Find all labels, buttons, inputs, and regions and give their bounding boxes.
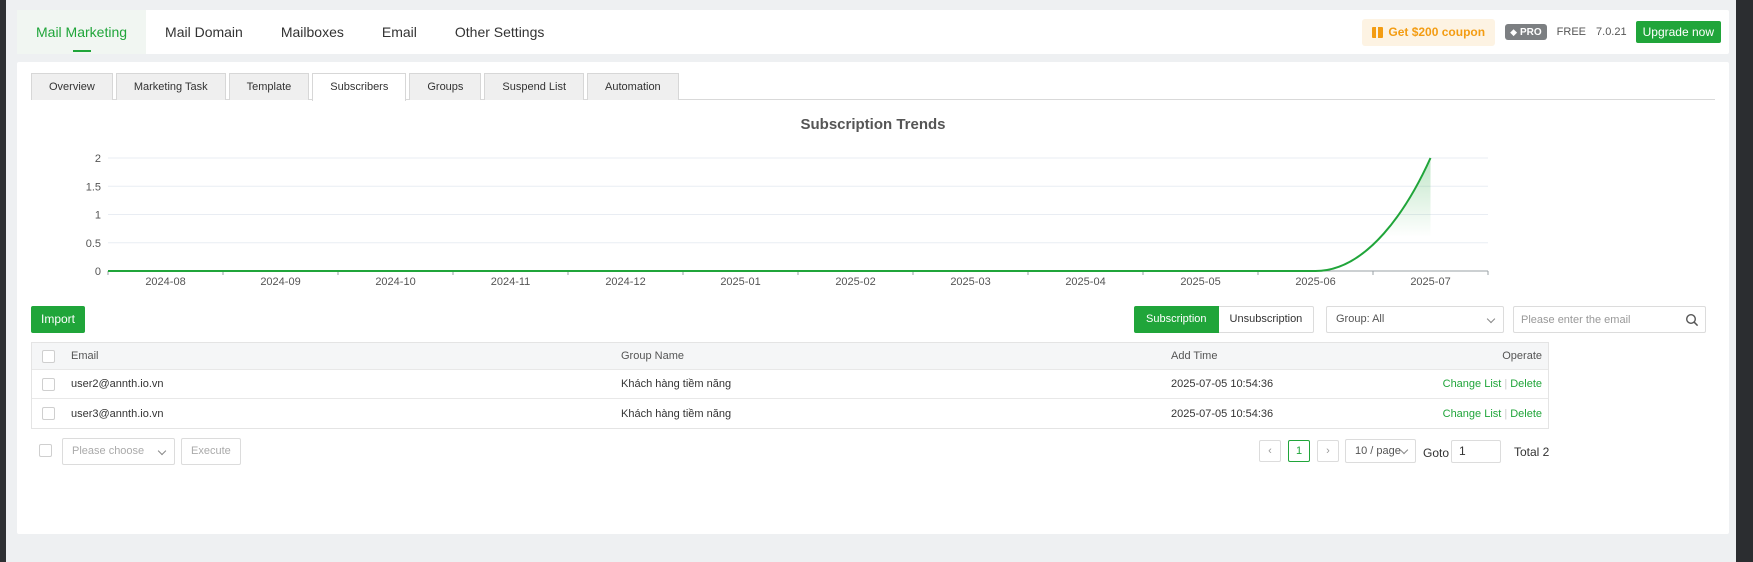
x-tick-label: 2025-03 xyxy=(950,276,990,288)
x-tick-label: 2024-10 xyxy=(375,276,415,288)
diamond-icon: ◆ xyxy=(1510,26,1517,37)
tab-overview[interactable]: Overview xyxy=(31,73,113,100)
change-list-link[interactable]: Change List xyxy=(1443,378,1502,390)
subscription-toggle: Subscription Unsubscription xyxy=(1134,306,1315,333)
x-tick-label: 2024-09 xyxy=(260,276,300,288)
delete-link[interactable]: Delete xyxy=(1510,408,1542,420)
window-right-edge xyxy=(1736,0,1753,562)
gift-icon xyxy=(1372,26,1384,38)
tab-groups[interactable]: Groups xyxy=(409,73,482,100)
x-tick-label: 2025-05 xyxy=(1180,276,1220,288)
group-select[interactable]: Group: All xyxy=(1326,306,1504,333)
tab-suspend-list[interactable]: Suspend List xyxy=(484,73,585,100)
unsubscription-tab[interactable]: Unsubscription xyxy=(1218,306,1315,333)
header-add-time: Add Time xyxy=(1171,350,1218,362)
row-group-name: Khách hàng tiềm năng xyxy=(621,407,732,420)
row-email: user3@annth.io.vn xyxy=(71,407,164,420)
header-email: Email xyxy=(71,350,99,362)
import-button[interactable]: Import xyxy=(31,306,86,333)
top-nav: Mail Marketing Mail Domain Mailboxes Ema… xyxy=(17,10,1729,54)
page-1-button[interactable]: 1 xyxy=(1288,440,1310,462)
x-tick-label: 2024-11 xyxy=(491,276,531,288)
execute-button[interactable]: Execute xyxy=(181,438,241,465)
subscription-trends-chart: 0 0.5 1 1.5 2 2024-08 2024-09 2024-10 2024-11 202… xyxy=(86,153,1489,288)
table-row: user2@annth.io.vn Khách hàng tiềm năng 2… xyxy=(32,370,1548,399)
row-add-time: 2025-07-05 10:54:36 xyxy=(1171,378,1274,390)
x-tick-label: 2024-08 xyxy=(145,276,185,288)
nav-tab-email[interactable]: Email xyxy=(363,10,436,54)
change-list-link[interactable]: Change List xyxy=(1443,408,1502,420)
y-tick-label: 1 xyxy=(95,210,101,222)
nav-tab-mail-domain[interactable]: Mail Domain xyxy=(146,10,262,54)
nav-tab-mail-marketing[interactable]: Mail Marketing xyxy=(17,10,147,54)
tab-automation[interactable]: Automation xyxy=(587,73,679,100)
chevron-left-icon: ‹ xyxy=(1268,445,1272,457)
select-all-checkbox[interactable] xyxy=(42,349,55,363)
prev-page-button[interactable]: ‹ xyxy=(1259,440,1281,462)
total-count: Total 2 xyxy=(1514,445,1550,459)
goto-page-input[interactable]: 1 xyxy=(1451,440,1501,463)
table-row: user3@annth.io.vn Khách hàng tiềm năng 2… xyxy=(32,399,1548,428)
chevron-down-icon xyxy=(157,446,167,456)
next-page-button[interactable]: › xyxy=(1317,440,1339,462)
row-checkbox[interactable] xyxy=(42,377,55,391)
chart-title: Subscription Trends xyxy=(800,116,946,133)
y-tick-label: 1.5 xyxy=(86,181,101,193)
y-tick-label: 2 xyxy=(95,153,101,165)
nav-tab-mailboxes[interactable]: Mailboxes xyxy=(262,10,363,54)
search-icon[interactable] xyxy=(1685,313,1699,327)
row-checkbox[interactable] xyxy=(42,407,55,420)
subscription-tab[interactable]: Subscription xyxy=(1134,306,1219,333)
row-add-time: 2025-07-05 10:54:36 xyxy=(1171,407,1274,420)
version-label: 7.0.21 xyxy=(1596,26,1627,38)
separator: | xyxy=(1504,407,1508,420)
x-tick-label: 2025-07 xyxy=(1410,276,1450,288)
header-group-name: Group Name xyxy=(621,350,684,362)
window-left-edge xyxy=(0,0,6,562)
row-group-name: Khách hàng tiềm năng xyxy=(621,378,732,390)
x-tick-label: 2025-04 xyxy=(1065,276,1105,288)
main-panel: Overview Marketing Task Template Subscri… xyxy=(17,62,1729,534)
subscribers-table: Email Group Name Add Time Operate user2@… xyxy=(31,342,1549,429)
sub-tabs: Overview Marketing Task Template Subscri… xyxy=(31,73,1715,101)
nav-tab-other-settings[interactable]: Other Settings xyxy=(436,10,564,54)
nav-right-group: Get $200 coupon ◆ PRO FREE 7.0.21 Upgrad… xyxy=(1362,18,1729,46)
y-tick-label: 0.5 xyxy=(86,238,101,250)
coupon-button[interactable]: Get $200 coupon xyxy=(1362,18,1496,46)
batch-select-all-checkbox[interactable] xyxy=(39,444,52,457)
chevron-down-icon xyxy=(1399,445,1409,455)
separator: | xyxy=(1504,378,1508,390)
tab-marketing-task[interactable]: Marketing Task xyxy=(115,73,226,100)
tab-template[interactable]: Template xyxy=(228,73,310,100)
delete-link[interactable]: Delete xyxy=(1510,378,1542,390)
goto-label: Goto xyxy=(1423,446,1450,460)
y-tick-label: 0 xyxy=(95,266,101,278)
chevron-right-icon: › xyxy=(1326,445,1330,457)
plan-label: FREE xyxy=(1556,26,1587,38)
pro-badge: ◆ PRO xyxy=(1505,24,1547,40)
row-email: user2@annth.io.vn xyxy=(71,378,164,390)
x-tick-label: 2025-02 xyxy=(835,276,875,288)
x-tick-label: 2025-06 xyxy=(1295,276,1335,288)
page-size-value: 10 / page xyxy=(1355,445,1401,457)
table-header-row: Email Group Name Add Time Operate xyxy=(32,343,1548,370)
upgrade-button[interactable]: Upgrade now xyxy=(1635,21,1721,43)
email-search xyxy=(1513,306,1706,333)
coupon-label: Get $200 coupon xyxy=(1388,25,1486,39)
x-tick-label: 2024-12 xyxy=(605,276,645,288)
x-tick-label: 2025-01 xyxy=(720,276,760,288)
page-size-select[interactable]: 10 / page xyxy=(1345,439,1416,463)
batch-action-placeholder: Please choose xyxy=(72,445,145,457)
email-search-input[interactable] xyxy=(1514,307,1674,332)
pro-label: PRO xyxy=(1520,26,1542,38)
batch-action-select[interactable]: Please choose xyxy=(62,438,175,465)
header-operate: Operate xyxy=(1502,350,1542,362)
chevron-down-icon xyxy=(1486,314,1496,324)
group-select-value: Group: All xyxy=(1336,313,1385,325)
tab-subscribers[interactable]: Subscribers xyxy=(312,73,407,101)
